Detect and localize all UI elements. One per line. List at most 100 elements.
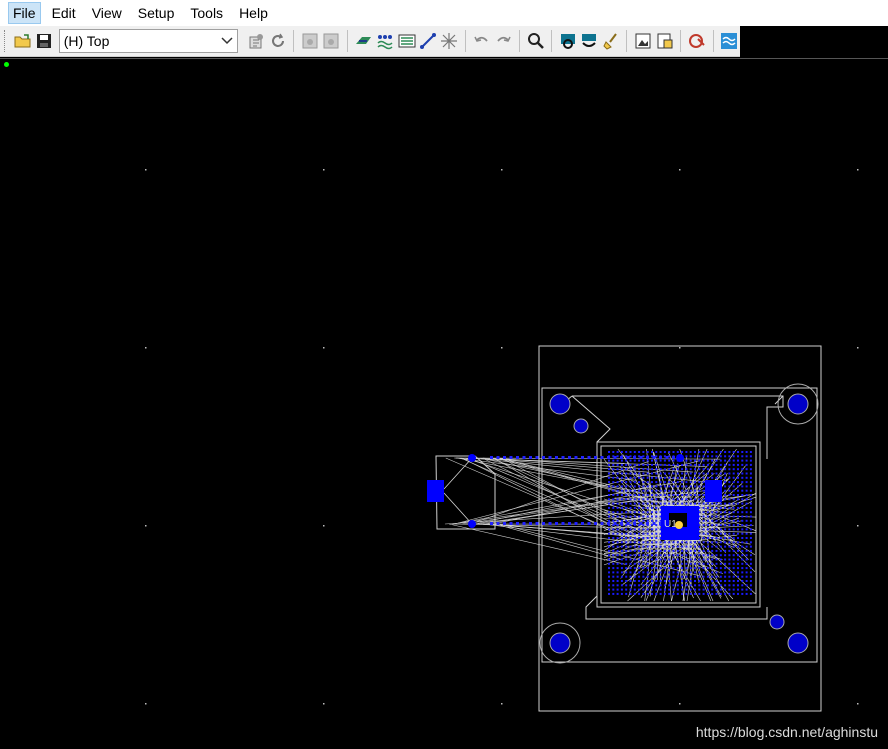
bga-pad bbox=[711, 520, 713, 522]
bga-pad bbox=[612, 451, 614, 453]
menu-edit[interactable]: Edit bbox=[47, 2, 81, 24]
bga-pad bbox=[630, 589, 632, 591]
connector-row-pad bbox=[575, 522, 578, 525]
bga-pad bbox=[750, 593, 752, 595]
bga-pad bbox=[617, 451, 619, 453]
menu-help[interactable]: Help bbox=[234, 2, 273, 24]
star-icon[interactable] bbox=[440, 31, 459, 51]
bga-pad bbox=[655, 554, 657, 556]
report-icon[interactable] bbox=[655, 31, 674, 51]
open-folder-icon[interactable] bbox=[13, 31, 32, 51]
bga-pad bbox=[733, 451, 735, 453]
bga-pad bbox=[638, 593, 640, 595]
bga-pad bbox=[668, 498, 670, 500]
pcb-board-view[interactable]: U1 bbox=[0, 59, 888, 749]
bga-pad bbox=[703, 451, 705, 453]
bga-pad bbox=[707, 524, 709, 526]
bga-pad bbox=[638, 485, 640, 487]
bga-pad bbox=[634, 473, 636, 475]
bga-pad bbox=[733, 528, 735, 530]
bga-pad bbox=[737, 567, 739, 569]
bga-pad bbox=[638, 516, 640, 518]
save-icon[interactable] bbox=[34, 31, 53, 51]
bga-pad bbox=[668, 554, 670, 556]
zoom-icon[interactable] bbox=[526, 31, 545, 51]
bga-pad bbox=[612, 584, 614, 586]
pcb-canvas[interactable]: U1 bbox=[0, 58, 888, 749]
bga-pad bbox=[608, 528, 610, 530]
grid-dot bbox=[857, 703, 859, 705]
menu-view[interactable]: View bbox=[87, 2, 127, 24]
undo-icon[interactable] bbox=[472, 31, 491, 51]
bga-pad bbox=[711, 580, 713, 582]
bga-pad bbox=[703, 490, 705, 492]
bga-pad bbox=[746, 559, 748, 561]
bga-pad bbox=[625, 559, 627, 561]
copy-icon[interactable] bbox=[300, 31, 319, 51]
bga-pad bbox=[625, 473, 627, 475]
menu-file[interactable]: File bbox=[8, 2, 41, 24]
line-icon[interactable] bbox=[418, 31, 437, 51]
bga-pad bbox=[655, 490, 657, 492]
bga-pad bbox=[647, 494, 649, 496]
bga-pad bbox=[698, 550, 700, 552]
bga-pad bbox=[655, 563, 657, 565]
bga-pad bbox=[703, 494, 705, 496]
bga-pad bbox=[621, 460, 623, 462]
bga-pad bbox=[638, 554, 640, 556]
board-icon[interactable] bbox=[580, 31, 599, 51]
bga-pad bbox=[625, 576, 627, 578]
bga-pad bbox=[741, 524, 743, 526]
bga-pad bbox=[651, 451, 653, 453]
bga-pad bbox=[647, 477, 649, 479]
image-icon[interactable] bbox=[633, 31, 652, 51]
layers-icon[interactable] bbox=[720, 31, 739, 51]
toolbar-grip[interactable] bbox=[4, 30, 8, 52]
bga-pad bbox=[716, 559, 718, 561]
bga-pad bbox=[638, 464, 640, 466]
clean-icon[interactable] bbox=[601, 31, 620, 51]
origin-marker bbox=[675, 521, 683, 529]
bga-pad bbox=[685, 584, 687, 586]
redo-icon[interactable] bbox=[494, 31, 513, 51]
bga-pad bbox=[750, 571, 752, 573]
bga-pad bbox=[694, 584, 696, 586]
bga-pad bbox=[690, 593, 692, 595]
bga-pad bbox=[716, 546, 718, 548]
bga-pad bbox=[720, 528, 722, 530]
bga-pad bbox=[741, 520, 743, 522]
bga-pad bbox=[673, 559, 675, 561]
via bbox=[468, 454, 476, 462]
layer-select[interactable]: (H) Top bbox=[59, 29, 238, 53]
refresh-icon[interactable] bbox=[268, 31, 287, 51]
bga-pad bbox=[677, 503, 679, 505]
paste-icon[interactable] bbox=[322, 31, 341, 51]
properties-icon[interactable] bbox=[247, 31, 266, 51]
bga-pad bbox=[673, 593, 675, 595]
bga-pad bbox=[685, 593, 687, 595]
bga-pad bbox=[630, 460, 632, 462]
bga-pad bbox=[741, 511, 743, 513]
bga-pad bbox=[642, 524, 644, 526]
bga-pad bbox=[677, 546, 679, 548]
bus-icon[interactable] bbox=[397, 31, 416, 51]
route-icon[interactable] bbox=[354, 31, 373, 51]
bga-pad bbox=[612, 503, 614, 505]
bga-pad bbox=[651, 503, 653, 505]
view-icon[interactable] bbox=[558, 31, 577, 51]
connector-row-pad bbox=[594, 456, 597, 459]
bga-pad bbox=[664, 541, 666, 543]
bga-pad bbox=[617, 550, 619, 552]
bga-pad bbox=[621, 584, 623, 586]
bga-pad bbox=[634, 516, 636, 518]
drc-icon[interactable] bbox=[687, 31, 706, 51]
menu-tools[interactable]: Tools bbox=[185, 2, 228, 24]
bga-pad bbox=[621, 589, 623, 591]
bga-pad bbox=[673, 485, 675, 487]
bga-pad bbox=[617, 494, 619, 496]
fanout-icon[interactable] bbox=[376, 31, 395, 51]
bga-pad bbox=[608, 580, 610, 582]
bga-pad bbox=[642, 451, 644, 453]
bga-pad bbox=[741, 537, 743, 539]
menu-setup[interactable]: Setup bbox=[133, 2, 180, 24]
